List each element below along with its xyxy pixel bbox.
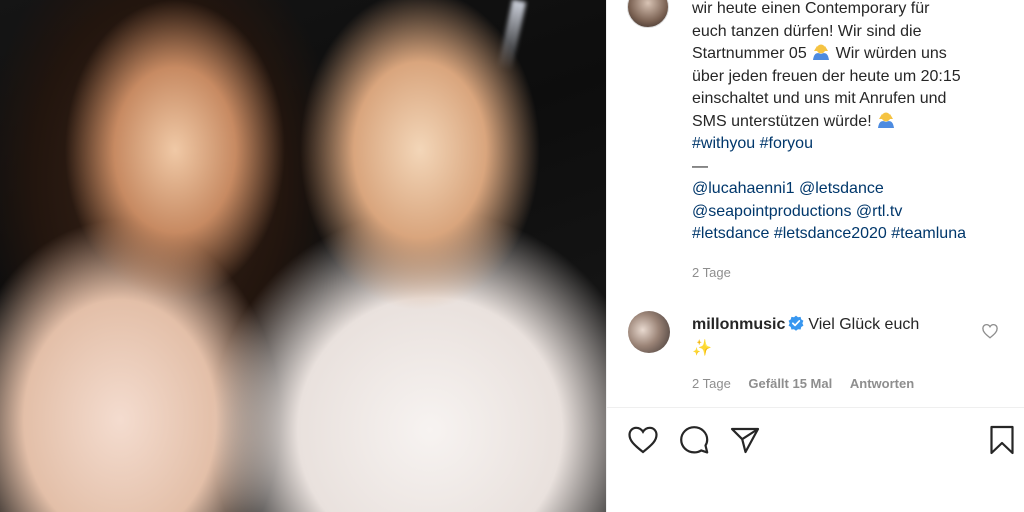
like-button[interactable]: [626, 423, 660, 457]
speech-bubble-icon: [680, 426, 709, 454]
save-button[interactable]: [985, 423, 1019, 457]
hashtag-link[interactable]: #foryou: [760, 135, 813, 152]
comment-timestamp[interactable]: 2 Tage: [692, 376, 731, 391]
mention-link[interactable]: @rtl.tv: [856, 203, 902, 220]
hashtag-link[interactable]: #letsdance: [692, 225, 769, 242]
verified-badge-icon: [788, 315, 804, 331]
caption-line-4: über jeden freuen der heute um 20:15: [692, 67, 961, 85]
share-button[interactable]: [728, 423, 762, 457]
caption-mentions-line-1: @lucahaenni1 @letsdance: [692, 178, 1012, 201]
caption-line-2: euch tanzen dürfen! Wir sind die: [692, 22, 922, 40]
raising-hands-emoji-icon: [878, 112, 895, 128]
caption-start-number: Startnummer 05: [692, 45, 807, 62]
post-side-panel: wir heute einen Contemporary für euch ta…: [606, 0, 1024, 512]
stage-light: [497, 0, 527, 71]
caption-line-5: einschaltet und uns mit Anrufen und: [692, 90, 947, 107]
comment-button[interactable]: [677, 423, 711, 457]
caption-hashtags-bottom: #letsdance #letsdance2020 #teamluna: [692, 223, 1012, 246]
sparkles-emoji-icon: ✨: [692, 340, 712, 357]
caption-line-3-rest: Wir würden uns: [835, 45, 947, 62]
post-caption: wir heute einen Contemporary für euch ta…: [692, 0, 1012, 246]
post-timestamp[interactable]: 2 Tage: [692, 265, 731, 280]
divider: [607, 407, 1024, 408]
reply-button[interactable]: Antworten: [850, 376, 914, 391]
commenter-username[interactable]: millonmusic: [692, 316, 785, 333]
caption-dash: —: [692, 157, 708, 175]
caption-hashtags-line: #withyou #foryou: [692, 133, 1012, 156]
comment-meta: 2 Tage Gefällt 15 Mal Antworten: [692, 376, 928, 391]
post-photo[interactable]: [0, 0, 606, 512]
comment-text: Viel Glück euch: [808, 316, 920, 333]
comment-likes-count[interactable]: Gefällt 15 Mal: [748, 376, 832, 391]
caption-line-1: wir heute einen Contemporary für: [692, 0, 930, 17]
bookmark-icon: [990, 425, 1014, 455]
mention-link[interactable]: @lucahaenni1: [692, 180, 795, 197]
commenter-avatar[interactable]: [628, 311, 670, 353]
hashtag-link[interactable]: #withyou: [692, 135, 755, 152]
owner-avatar[interactable]: [627, 0, 669, 28]
caption-line-3: Startnummer 05 Wir würden uns: [692, 43, 1012, 66]
caption-mentions-line-2: @seapointproductions @rtl.tv: [692, 201, 1012, 224]
caption-line-6: SMS unterstützen würde!: [692, 111, 1012, 134]
hashtag-link[interactable]: #letsdance2020: [774, 225, 887, 242]
raising-hands-emoji-icon: [813, 44, 830, 60]
caption-line-6-text: SMS unterstützen würde!: [692, 112, 872, 130]
paper-plane-icon: [730, 427, 760, 454]
mention-link[interactable]: @seapointproductions: [692, 203, 851, 220]
hashtag-link[interactable]: #teamluna: [891, 225, 966, 242]
heart-outline-icon[interactable]: [981, 322, 999, 340]
comment: millonmusic Viel Glück euch ✨: [692, 313, 972, 361]
mention-link[interactable]: @letsdance: [799, 180, 884, 197]
heart-outline-icon: [628, 426, 658, 454]
